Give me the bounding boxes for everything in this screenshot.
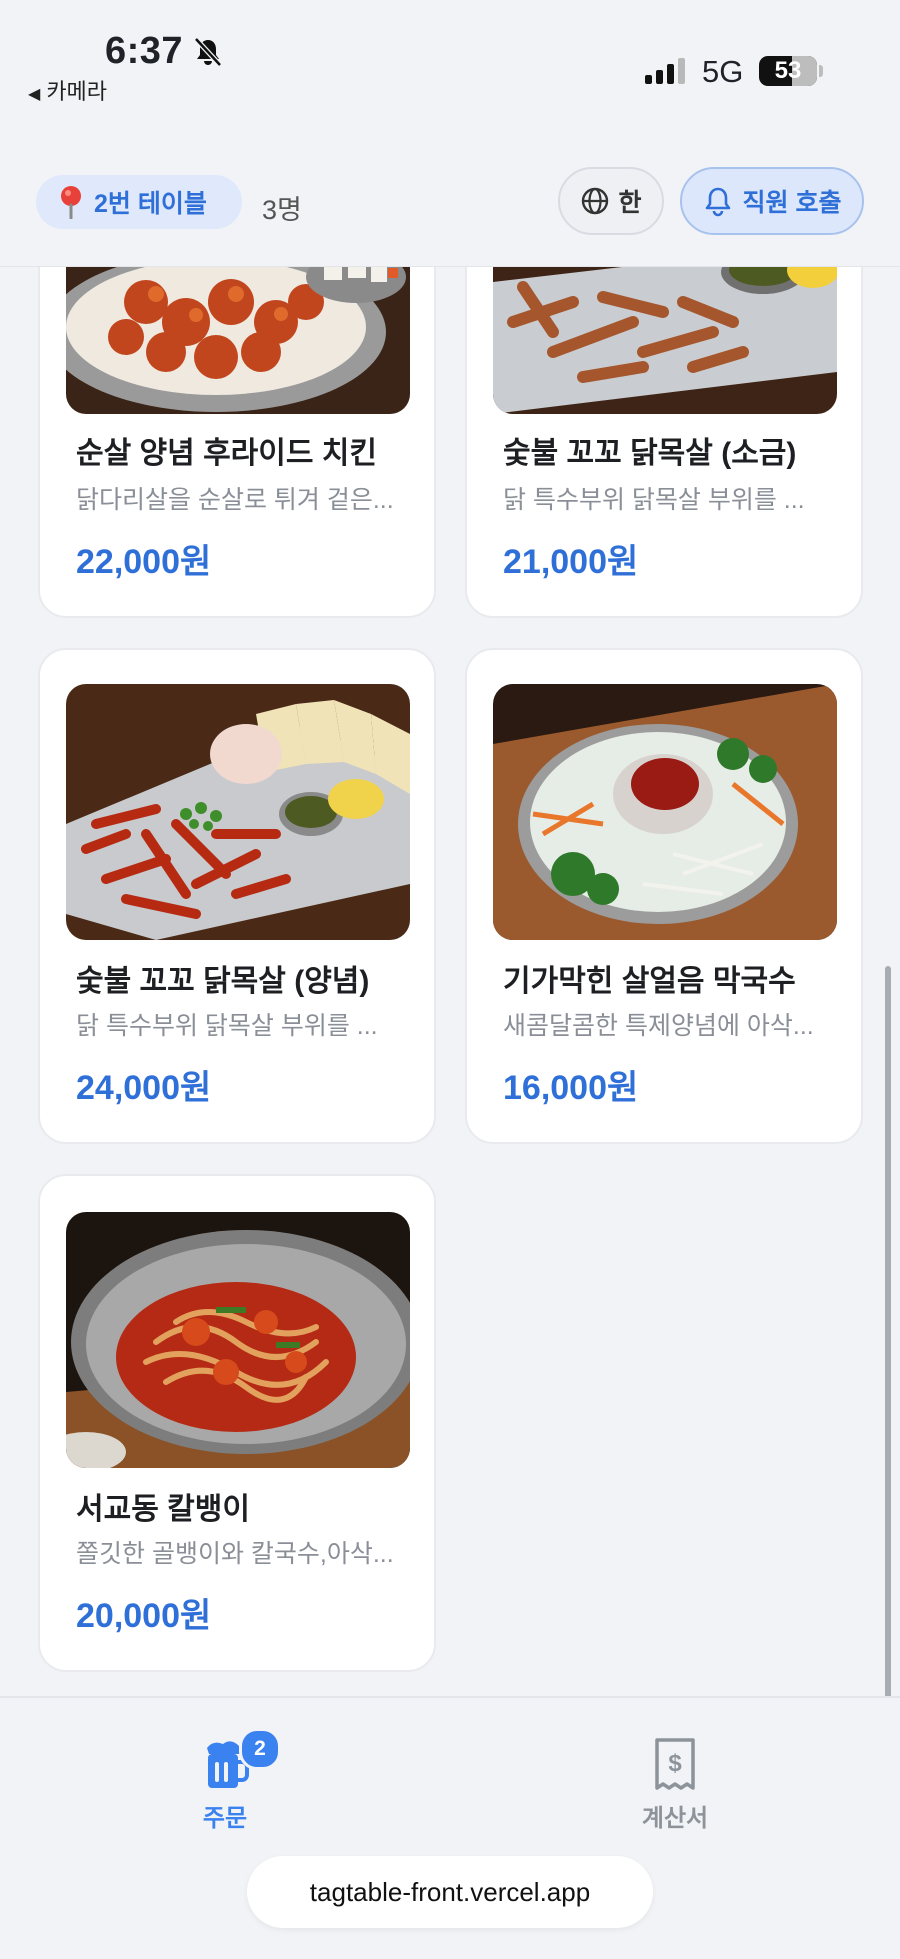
menu-card[interactable]: 서교동 칼뱅이 쫄깃한 골뱅이와 칼국수,아삭... 20,000원 xyxy=(38,1174,436,1672)
tab-order[interactable]: 2 주문 xyxy=(135,1718,315,1832)
language-button[interactable]: 한 xyxy=(558,167,664,235)
menu-description: 새콤달콤한 특제양념에 아삭... xyxy=(503,1012,814,1040)
menu-price: 22,000원 xyxy=(76,543,212,581)
back-triangle-icon: ◀ xyxy=(28,86,41,103)
menu-card[interactable]: 기가막힌 살얼음 막국수 새콤달콤한 특제양념에 아삭... 16,000원 xyxy=(465,648,863,1144)
menu-name: 기가막힌 살얼음 막국수 xyxy=(503,965,796,998)
battery-icon: 53 xyxy=(759,56,817,86)
browser-url-bar[interactable]: tagtable-front.vercel.app xyxy=(247,1856,653,1928)
menu-photo-cold-noodles xyxy=(493,684,837,940)
status-time: 6:37 xyxy=(105,30,184,72)
map-pin-icon xyxy=(61,186,81,219)
guest-count: 3명 xyxy=(262,195,302,225)
menu-price: 21,000원 xyxy=(503,543,639,581)
table-number-label: 2번 테이블 xyxy=(94,190,207,218)
menu-description: 쫄깃한 골뱅이와 칼국수,아삭... xyxy=(76,1540,394,1568)
network-type: 5G xyxy=(702,54,744,89)
signal-icon xyxy=(645,58,685,84)
globe-icon xyxy=(582,187,609,215)
menu-price: 24,000원 xyxy=(76,1069,212,1107)
bell-slash-icon xyxy=(194,37,222,67)
language-label: 한 xyxy=(618,189,642,217)
call-staff-label: 직원 호출 xyxy=(742,189,842,217)
menu-name: 숯불 꼬꼬 닭목살 (소금) xyxy=(503,437,797,470)
menu-card[interactable]: 숯불 꼬꼬 닭목살 (양념) 닭 특수부위 닭목살 부위를 ... 24,000… xyxy=(38,648,436,1144)
menu-price: 16,000원 xyxy=(503,1069,639,1107)
scrollbar[interactable] xyxy=(885,966,891,1712)
tab-order-label: 주문 xyxy=(202,1805,248,1832)
table-number-badge: 2번 테이블 xyxy=(36,175,242,229)
menu-description: 닭다리살을 순살로 튀겨 겉은... xyxy=(76,486,394,514)
back-to-app-link[interactable]: ◀ 카메라 xyxy=(28,74,107,106)
menu-description: 닭 특수부위 닭목살 부위를 ... xyxy=(76,1012,378,1040)
receipt-icon: $ xyxy=(655,1738,695,1790)
back-app-label: 카메라 xyxy=(46,79,108,104)
bell-icon xyxy=(705,187,730,217)
status-bar: 6:37 ◀ 카메라 5G 53 xyxy=(0,0,900,110)
call-staff-button[interactable]: 직원 호출 xyxy=(680,167,864,235)
table-header: 2번 테이블 3명 한 직원 호출 xyxy=(0,110,900,267)
menu-description: 닭 특수부위 닭목살 부위를 ... xyxy=(503,486,805,514)
order-count-badge: 2 xyxy=(239,1728,281,1770)
bottom-nav: 2 주문 $ 계산서 tagtable-front.vercel.app xyxy=(0,1696,900,1959)
tab-bill[interactable]: $ 계산서 xyxy=(585,1718,765,1832)
menu-price: 20,000원 xyxy=(76,1597,212,1635)
svg-text:$: $ xyxy=(668,1750,682,1777)
menu-photo-spicy-chicken-neck xyxy=(66,684,410,940)
menu-name: 서교동 칼뱅이 xyxy=(76,1493,250,1526)
menu-name: 숯불 꼬꼬 닭목살 (양념) xyxy=(76,965,370,998)
menu-photo-spicy-whelk-noodles xyxy=(66,1212,410,1468)
battery-percent: 53 xyxy=(774,57,802,84)
menu-name: 순살 양념 후라이드 치킨 xyxy=(76,437,378,470)
tab-bill-label: 계산서 xyxy=(641,1805,709,1832)
